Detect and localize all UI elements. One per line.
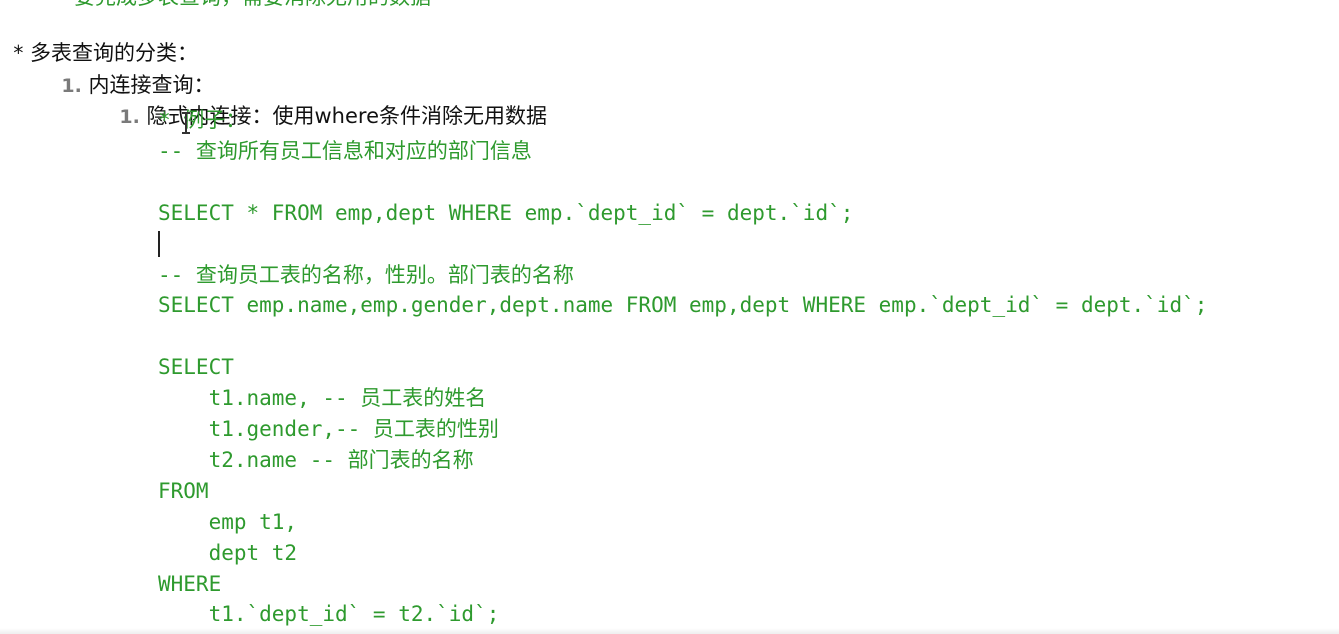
code-line: SELECT * FROM emp,dept WHERE emp.`dept_i… xyxy=(158,201,854,225)
code-line: -- 查询员工表的名称，性别。部门表的名称 xyxy=(158,263,574,287)
bullet-marker: * xyxy=(13,41,24,65)
code-line: t2.name -- 部门表的名称 xyxy=(158,448,474,472)
list-number: 1. xyxy=(119,106,140,128)
clipped-top-line: 要完成多表查询，需要消除无用的数据 xyxy=(0,0,1339,10)
outline-level2: 1. 隐式内连接：使用where条件消除无用数据 xyxy=(106,77,547,128)
text-caret xyxy=(158,231,160,257)
clipped-text: 要完成多表查询，需要消除无用的数据 xyxy=(74,0,431,10)
code-line: -- 查询所有员工信息和对应的部门信息 xyxy=(158,139,532,163)
code-line: FROM xyxy=(158,479,209,503)
code-line: * 例子： xyxy=(158,108,247,132)
code-line: emp t1, xyxy=(158,510,298,534)
mouse-ibeam-cursor-icon xyxy=(181,112,191,134)
bottom-shadow xyxy=(0,628,1339,634)
outline-level1: 1. 内连接查询： xyxy=(48,46,214,97)
code-line: t1.`dept_id` = t2.`id`; xyxy=(158,602,500,626)
code-line: dept t2 xyxy=(158,541,298,565)
outline-level0: * 多表查询的分类： xyxy=(0,14,198,65)
code-line: t1.gender,-- 员工表的性别 xyxy=(158,417,499,441)
code-line: SELECT xyxy=(158,355,234,379)
code-line: SELECT emp.name,emp.gender,dept.name FRO… xyxy=(158,293,1208,317)
code-line: t1.name, -- 员工表的姓名 xyxy=(158,386,487,410)
list-number: 1. xyxy=(61,75,82,97)
code-line: WHERE xyxy=(158,572,222,596)
